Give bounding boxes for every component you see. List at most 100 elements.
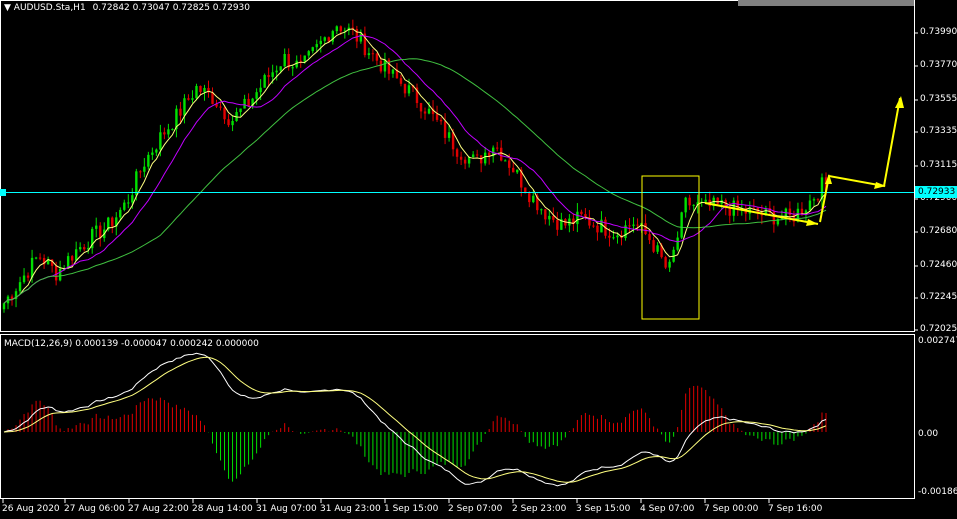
time-axis-label: 27 Aug 06:00	[64, 504, 125, 514]
candle-body	[479, 155, 483, 164]
candle-body	[808, 200, 812, 211]
price-axis-label: 0.72680	[920, 226, 957, 236]
candle-body	[500, 147, 503, 161]
chart-canvas[interactable]	[0, 0, 957, 519]
candle-body	[471, 154, 475, 158]
candle-body	[54, 265, 58, 281]
candle-body	[82, 247, 86, 250]
candle-body	[22, 275, 26, 283]
price-line-handle-left[interactable]	[0, 189, 6, 196]
candle-body	[375, 53, 379, 61]
candle-body	[435, 114, 439, 120]
candle-body	[247, 98, 250, 107]
candle-body	[70, 256, 74, 261]
candle-body	[179, 108, 182, 116]
candle-body	[203, 87, 206, 92]
candle-body	[652, 240, 655, 252]
candle-body	[151, 152, 154, 155]
candle-body	[315, 44, 318, 48]
time-axis-label: 4 Sep 07:00	[640, 504, 695, 514]
candle-body	[143, 166, 146, 172]
candle-body	[423, 111, 427, 114]
candle-body	[495, 147, 499, 149]
candle-body	[403, 83, 407, 94]
candle-body	[255, 92, 258, 99]
time-axis-label: 31 Aug 07:00	[256, 504, 317, 514]
price-axis-label: 0.73770	[920, 60, 957, 70]
candle-body	[475, 154, 479, 156]
macd-label: MACD(12,26,9)	[4, 339, 73, 349]
candle-body	[34, 257, 38, 259]
price-axis-label: 0.72025	[920, 324, 957, 334]
candle-body	[283, 54, 286, 67]
candle-body	[676, 237, 679, 250]
candle-body	[504, 160, 507, 162]
candle-body	[279, 66, 282, 71]
candle-body	[135, 171, 138, 196]
candle-body	[159, 132, 162, 150]
candle-body	[736, 200, 739, 210]
candle-body	[608, 235, 611, 238]
candle-body	[556, 219, 559, 230]
candle-body	[580, 211, 583, 215]
candle-body	[688, 197, 691, 206]
candle-body	[516, 169, 519, 173]
symbol-menu-arrow-icon[interactable]: ▼	[4, 3, 11, 13]
candle-body	[311, 47, 314, 52]
candle-body	[528, 193, 531, 203]
candle-body	[291, 67, 294, 69]
time-axis-label: 7 Sep 00:00	[704, 504, 759, 514]
time-axis-label: 3 Sep 15:00	[576, 504, 631, 514]
candle-body	[335, 26, 339, 32]
candle-body	[379, 60, 383, 72]
ma-mid-line	[3, 34, 827, 304]
window-button[interactable]	[738, 0, 914, 6]
candle-body	[540, 209, 543, 211]
candle-body	[147, 154, 150, 167]
candle-body	[407, 85, 411, 94]
candle-body	[58, 268, 62, 281]
candle-body	[391, 69, 395, 74]
candle-body	[612, 237, 615, 239]
time-axis-label: 26 Aug 2020	[2, 504, 60, 514]
candle-body	[812, 199, 816, 201]
candle-body	[127, 202, 130, 204]
projection-arrow[interactable]	[819, 97, 901, 223]
price-axis-label: 0.73555	[920, 94, 957, 104]
macd-panel-frame	[0, 334, 915, 499]
candle-body	[636, 224, 639, 226]
candle-body	[267, 75, 270, 77]
candle-body	[548, 215, 551, 220]
candle-body	[231, 121, 234, 126]
candle-body	[139, 171, 142, 173]
candle-body	[664, 257, 667, 268]
candle-body	[2, 303, 6, 310]
time-axis-label: 31 Aug 23:00	[320, 504, 381, 514]
candle-body	[74, 249, 78, 261]
current-price-tag: 0.72933	[915, 186, 957, 198]
arrow-head-down	[806, 219, 818, 226]
candle-body	[227, 119, 230, 126]
candle-body	[508, 160, 511, 168]
candle-body	[183, 98, 186, 116]
candle-body	[163, 132, 166, 135]
candle-body	[26, 275, 30, 278]
time-axis-label: 7 Sep 16:00	[768, 504, 823, 514]
candle-body	[684, 197, 687, 213]
candle-body	[303, 55, 306, 62]
candle-body	[323, 37, 326, 41]
candle-body	[78, 247, 82, 250]
candle-body	[656, 245, 659, 252]
candle-body	[243, 98, 246, 109]
candle-body	[191, 98, 194, 100]
candle-body	[447, 132, 451, 138]
candle-body	[195, 85, 198, 99]
macd-values: 0.000139 -0.000047 0.000242 0.000000	[75, 339, 259, 349]
macd-axis-label: -0.001862	[918, 487, 957, 497]
highlight-rectangle[interactable]	[641, 175, 700, 320]
price-panel-frame	[0, 0, 915, 332]
candle-body	[367, 53, 371, 56]
candle-body	[628, 225, 631, 227]
price-axis-label: 0.72245	[920, 292, 957, 302]
candle-body	[728, 208, 731, 216]
